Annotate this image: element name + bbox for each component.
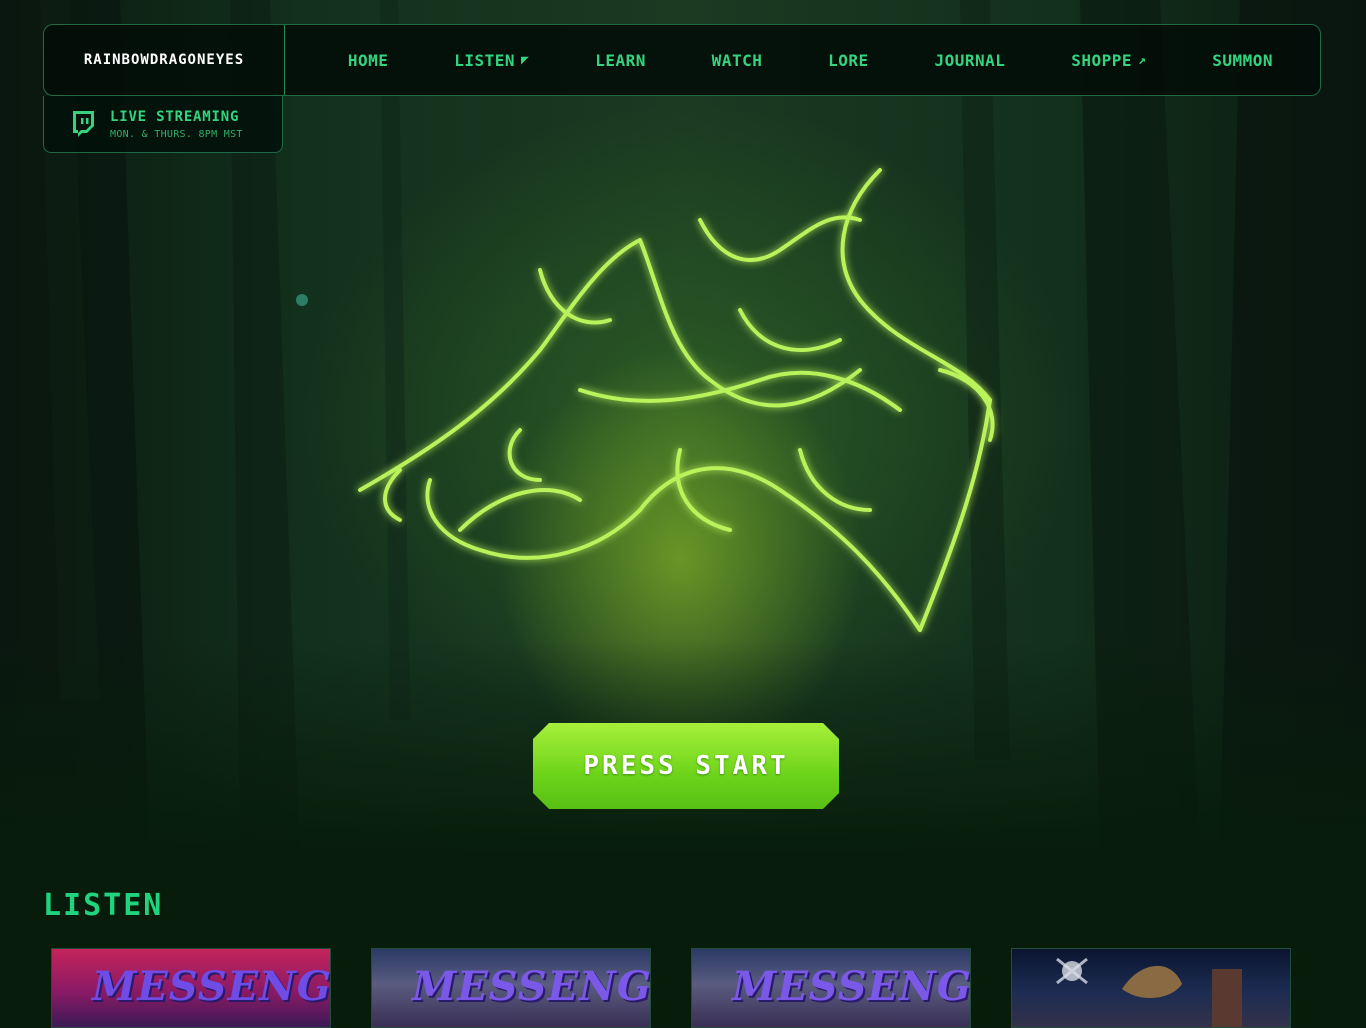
external-link-icon: ↗ (1138, 52, 1147, 68)
nav-home-label: HOME (347, 50, 389, 70)
album-card-title: MESSENGER (92, 963, 331, 1010)
site-brand[interactable]: RAINBOWDRAGONEYES (44, 25, 285, 95)
band-logo (358, 168, 995, 632)
live-text: LIVE STREAMING MON. & THURS. 8PM MST (110, 109, 243, 140)
nav-menu: HOME LISTEN ◤ LEARN WATCH LORE JOURNAL SH… (285, 25, 1320, 95)
nav-shoppe[interactable]: SHOPPE ↗ (1071, 51, 1146, 70)
album-card[interactable]: MESSENGER (51, 948, 331, 1028)
nav-shoppe-label: SHOPPE (1071, 50, 1133, 70)
nav-listen-label: LISTEN (454, 50, 516, 70)
live-schedule: MON. & THURS. 8PM MST (110, 128, 243, 140)
nav-watch-label: WATCH (711, 50, 763, 70)
listen-card-grid: MESSENGER MESSENGER MESSENGER (51, 948, 1291, 1028)
nav-learn[interactable]: LEARN (595, 51, 646, 70)
nav-home[interactable]: HOME (348, 51, 389, 70)
main-navigation: RAINBOWDRAGONEYES HOME LISTEN ◤ LEARN WAT… (43, 24, 1321, 96)
album-card[interactable]: MESSENGER (691, 948, 971, 1028)
album-card-title: MESSENGER (412, 963, 651, 1010)
nav-summon[interactable]: SUMMON (1212, 51, 1273, 70)
live-streaming-badge[interactable]: LIVE STREAMING MON. & THURS. 8PM MST (43, 96, 283, 153)
pixel-art-cover (1056, 957, 1242, 1027)
nav-journal-label: JOURNAL (934, 50, 1006, 70)
twitch-icon (73, 111, 94, 137)
live-title: LIVE STREAMING (110, 108, 240, 125)
album-card[interactable]: MESSENGER (371, 948, 651, 1028)
nav-summon-label: SUMMON (1212, 50, 1273, 70)
nav-listen[interactable]: LISTEN ◤ (454, 51, 529, 70)
album-card[interactable] (1011, 948, 1291, 1028)
nav-learn-label: LEARN (595, 50, 646, 70)
nav-watch[interactable]: WATCH (712, 51, 763, 70)
nav-journal[interactable]: JOURNAL (935, 51, 1006, 70)
press-start-button[interactable]: PRESS START (533, 723, 839, 809)
listen-section-title: LISTEN (43, 888, 164, 923)
nav-lore[interactable]: LORE (828, 51, 869, 70)
album-card-title: MESSENGER (732, 963, 971, 1010)
nav-lore-label: LORE (828, 50, 869, 70)
dropdown-arrow-icon: ◤ (521, 52, 530, 68)
